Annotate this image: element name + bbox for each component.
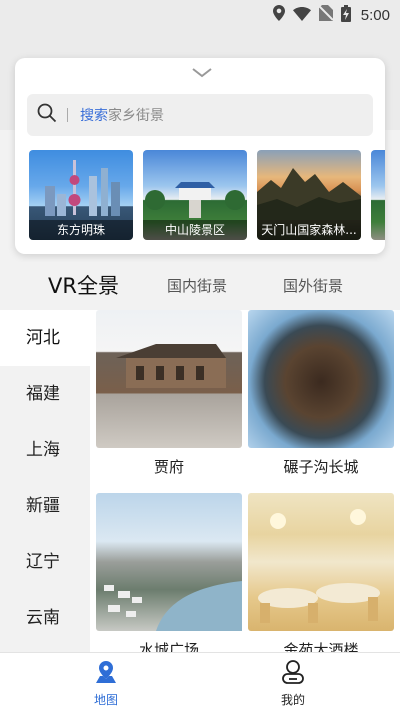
sun-yat-sen-mausoleum-image bbox=[145, 182, 245, 218]
search-divider bbox=[67, 108, 68, 122]
tianmen-mountain-image bbox=[257, 168, 361, 220]
scene-image bbox=[248, 310, 394, 448]
search-card: 搜索家乡街景 东方明珠 中山陵景区 天门山国家森林... bbox=[15, 58, 385, 254]
scene-image bbox=[96, 493, 242, 631]
scene-image bbox=[96, 310, 242, 448]
bottom-navigation: 地图 我的 bbox=[0, 652, 400, 711]
featured-place-card[interactable]: 天门山国家森林... bbox=[257, 150, 361, 240]
oriental-pearl-image bbox=[45, 160, 120, 216]
featured-place-card[interactable] bbox=[371, 150, 385, 240]
featured-place-card[interactable]: 中山陵景区 bbox=[143, 150, 247, 240]
featured-places: 东方明珠 中山陵景区 天门山国家森林... bbox=[29, 150, 385, 240]
wifi-icon bbox=[292, 6, 311, 25]
tab-domestic-street-view[interactable]: 国内街景 bbox=[167, 275, 227, 296]
nav-item-map[interactable]: 地图 bbox=[76, 659, 136, 708]
scene-label: 金苑大酒楼 bbox=[283, 641, 359, 652]
scene-card[interactable]: 贾府 bbox=[96, 310, 242, 477]
scene-label: 贾府 bbox=[153, 458, 184, 476]
location-icon bbox=[272, 5, 285, 25]
battery-charging-icon bbox=[340, 4, 351, 26]
province-item-xinjiang[interactable]: 新疆 bbox=[0, 478, 90, 534]
scene-label: 碾子沟长城 bbox=[283, 458, 359, 476]
featured-place-label: 中山陵景区 bbox=[143, 220, 247, 240]
status-time: 5:00 bbox=[360, 6, 390, 24]
category-tabs: VR全景 国内街景 国外街景 bbox=[0, 262, 400, 308]
nav-label-profile: 我的 bbox=[280, 693, 305, 707]
nav-item-profile[interactable]: 我的 bbox=[263, 659, 323, 708]
profile-icon bbox=[280, 660, 306, 689]
tab-foreign-street-view[interactable]: 国外街景 bbox=[283, 275, 343, 296]
search-icon bbox=[37, 103, 57, 127]
tab-vr-panorama[interactable]: VR全景 bbox=[48, 270, 119, 300]
scene-card[interactable]: 金苑大酒楼 bbox=[248, 493, 394, 652]
scene-image bbox=[248, 493, 394, 631]
chevron-down-icon[interactable] bbox=[191, 64, 213, 83]
search-input[interactable]: 搜索家乡街景 bbox=[27, 94, 373, 136]
featured-place-card[interactable]: 东方明珠 bbox=[29, 150, 133, 240]
no-sim-icon bbox=[318, 5, 334, 25]
nav-label-map: 地图 bbox=[93, 693, 118, 707]
province-item-hebei[interactable]: 河北 bbox=[0, 310, 90, 366]
scene-grid: 贾府 碾子沟长城 水城广场 金苑大酒楼 bbox=[90, 310, 400, 652]
province-list: 河北 福建 上海 新疆 辽宁 云南 bbox=[0, 310, 90, 652]
scene-card[interactable]: 碾子沟长城 bbox=[248, 310, 394, 477]
province-item-shanghai[interactable]: 上海 bbox=[0, 422, 90, 478]
status-bar: 5:00 bbox=[0, 0, 400, 30]
featured-place-label: 东方明珠 bbox=[29, 220, 133, 240]
status-icons: 5:00 bbox=[272, 4, 390, 26]
scene-label: 水城广场 bbox=[138, 641, 199, 652]
province-item-yunnan[interactable]: 云南 bbox=[0, 590, 90, 646]
featured-place-label: 天门山国家森林... bbox=[257, 220, 361, 240]
map-pin-icon bbox=[93, 661, 119, 689]
search-placeholder: 搜索家乡街景 bbox=[80, 108, 164, 124]
province-item-liaoning[interactable]: 辽宁 bbox=[0, 534, 90, 590]
scene-card[interactable]: 水城广场 bbox=[96, 493, 242, 652]
province-item-fujian[interactable]: 福建 bbox=[0, 366, 90, 422]
